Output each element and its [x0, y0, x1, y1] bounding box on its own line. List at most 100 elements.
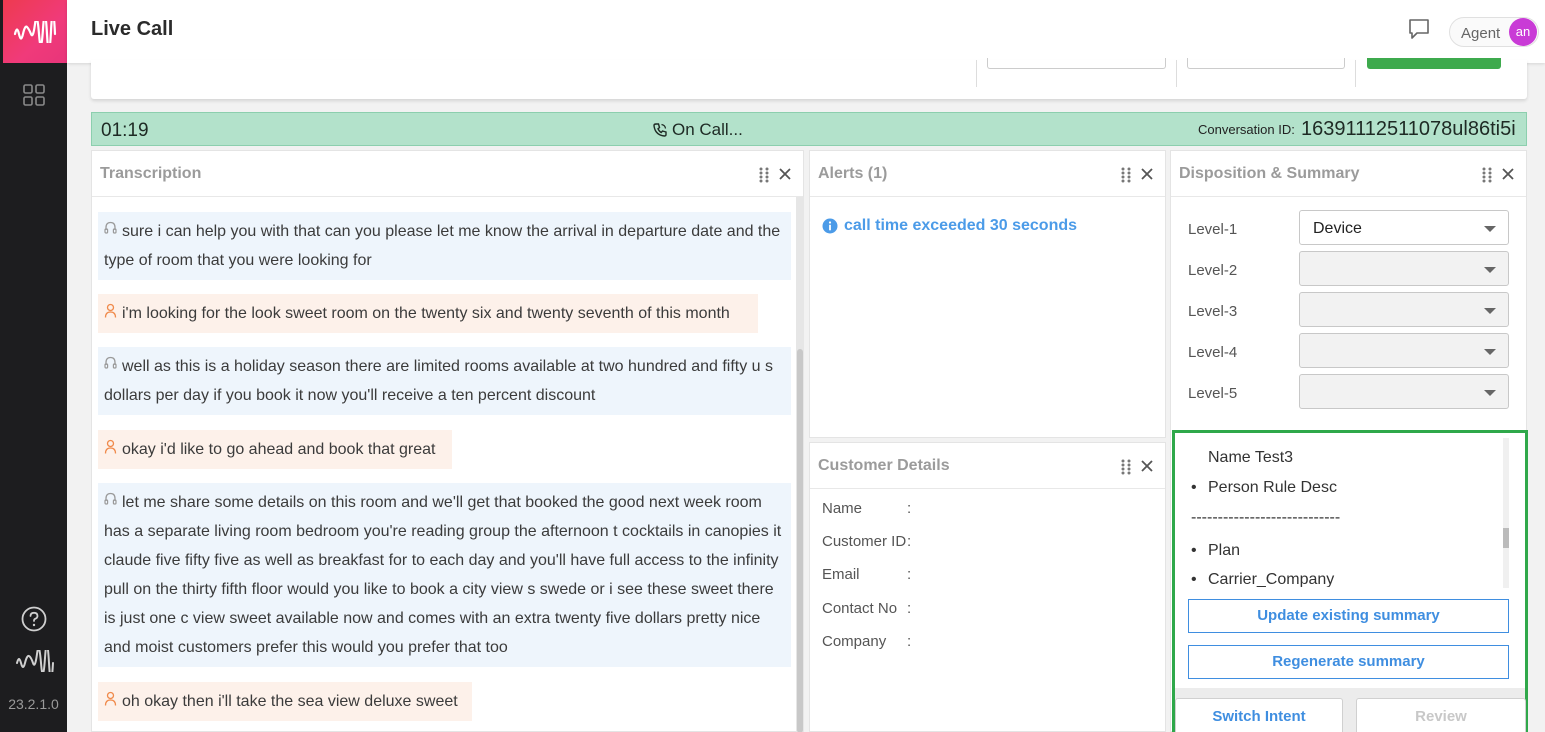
panel-header: Disposition & Summary — [1171, 151, 1526, 197]
conversation-id-label: Conversation ID: — [1198, 122, 1295, 137]
level-1-select[interactable]: Device — [1299, 210, 1509, 245]
summary-bullet: • — [1191, 479, 1197, 496]
summary-line: Name Test3 — [1208, 449, 1294, 466]
transcription-panel: Transcription sure i can help you with t… — [91, 150, 804, 732]
summary-line: Person Rule Desc — [1208, 479, 1337, 496]
call-status-bar: 01:19 On Call... Conversation ID: 163911… — [91, 112, 1527, 146]
transcript-message-agent: sure i can help you with that can you pl… — [98, 212, 791, 280]
conversation-id: 16391112511078ul86ti5i — [1301, 118, 1516, 140]
agent-menu[interactable]: Agent an — [1449, 17, 1539, 47]
alert-item: call time exceeded 30 seconds — [822, 217, 1077, 235]
message-text: okay i'd like to go ahead and book that … — [122, 441, 436, 458]
customer-field-id: Customer ID: — [822, 533, 912, 550]
field-label: Customer ID — [822, 533, 907, 550]
drag-handle-icon[interactable] — [1121, 459, 1131, 475]
scrollbar-thumb[interactable] — [797, 349, 803, 732]
control-field[interactable] — [1187, 58, 1345, 69]
control-field[interactable] — [987, 58, 1166, 69]
chevron-down-icon — [1484, 390, 1496, 396]
headset-icon — [104, 218, 117, 234]
transcript-message-customer: i'm looking for the look sweet room on t… — [98, 294, 758, 333]
headset-icon — [104, 353, 117, 369]
level-5-label: Level-5 — [1188, 385, 1238, 402]
call-timer: 01:19 — [101, 120, 149, 141]
summary-scrollbar-thumb[interactable] — [1503, 528, 1509, 548]
review-button[interactable]: Review — [1356, 698, 1526, 732]
chevron-down-icon — [1484, 349, 1496, 355]
update-summary-button[interactable]: Update existing summary — [1188, 599, 1509, 633]
level-4-label: Level-4 — [1188, 344, 1238, 361]
summary-line: Plan — [1208, 542, 1241, 559]
level-4-select[interactable] — [1299, 333, 1509, 368]
summary-content[interactable]: · Name Test3 • Person Rule Desc --------… — [1179, 437, 1504, 587]
customer-field-contact: Contact No: — [822, 600, 912, 617]
close-icon[interactable] — [777, 166, 793, 182]
alert-text: call time exceeded 30 seconds — [844, 217, 1078, 234]
panel-title: Transcription — [100, 165, 202, 182]
summary-line: Carrier_Company — [1208, 571, 1335, 587]
transcript-message-customer: okay i'd like to go ahead and book that … — [98, 430, 452, 469]
customer-details-panel: Customer Details Name: Customer ID: Emai… — [809, 442, 1166, 732]
field-label: Contact No — [822, 600, 898, 617]
summary-line: ---------------------------- — [1191, 509, 1341, 526]
chevron-down-icon — [1484, 308, 1496, 314]
level-1-value: Device — [1313, 220, 1362, 237]
transcript-message-customer: oh okay then i'll take the sea view delu… — [98, 682, 472, 721]
summary-bullet: • — [1191, 571, 1197, 587]
drag-handle-icon[interactable] — [1121, 167, 1131, 183]
waveform-logo-icon — [13, 20, 57, 43]
message-text: sure i can help you with that can you pl… — [104, 223, 781, 269]
transcript-message-agent: let me share some details on this room a… — [98, 483, 791, 667]
customer-field-name: Name: — [822, 500, 912, 517]
panel-header: Alerts (1) — [810, 151, 1165, 197]
divider — [1355, 60, 1356, 87]
divider — [1176, 60, 1177, 87]
phone-icon — [653, 123, 667, 137]
level-3-label: Level-3 — [1188, 303, 1238, 320]
panel-header: Customer Details — [810, 443, 1165, 489]
message-text: let me share some details on this room a… — [104, 494, 782, 656]
call-controls-panel — [91, 58, 1527, 99]
level-2-select[interactable] — [1299, 251, 1509, 286]
agent-label: Agent — [1461, 25, 1501, 42]
close-icon[interactable] — [1500, 166, 1516, 182]
app-version: 23.2.1.0 — [8, 696, 59, 712]
field-label: Email — [822, 566, 860, 583]
summary-scrollbar[interactable] — [1503, 438, 1509, 588]
footer-logo-icon — [15, 643, 55, 681]
switch-intent-button[interactable]: Switch Intent — [1175, 698, 1343, 732]
field-label: Company — [822, 633, 887, 650]
level-3-select[interactable] — [1299, 292, 1509, 327]
apps-grid-icon[interactable] — [22, 83, 46, 107]
drag-handle-icon[interactable] — [759, 167, 769, 183]
close-icon[interactable] — [1139, 166, 1155, 182]
level-1-label: Level-1 — [1188, 221, 1238, 238]
summary-section: · Name Test3 • Person Rule Desc --------… — [1172, 430, 1528, 732]
call-status: On Call... — [652, 120, 743, 140]
help-icon[interactable] — [21, 606, 47, 632]
customer-field-company: Company: — [822, 633, 912, 650]
regenerate-summary-button[interactable]: Regenerate summary — [1188, 645, 1509, 679]
avatar: an — [1509, 18, 1537, 46]
customer-field-email: Email: — [822, 566, 912, 583]
person-icon — [104, 688, 117, 706]
message-text: well as this is a holiday season there a… — [104, 358, 774, 404]
brand-logo[interactable] — [3, 0, 67, 63]
divider — [976, 60, 977, 87]
field-label: Name — [822, 500, 863, 517]
headset-icon — [104, 489, 117, 505]
top-bar: Live Call Agent an — [67, 0, 1545, 63]
panel-title: Disposition & Summary — [1179, 165, 1360, 182]
close-icon[interactable] — [1139, 458, 1155, 474]
person-icon — [104, 436, 117, 454]
transcript-message-agent: well as this is a holiday season there a… — [98, 347, 791, 415]
chat-icon[interactable] — [1408, 18, 1430, 40]
person-icon — [104, 300, 117, 318]
message-text: oh okay then i'll take the sea view delu… — [122, 693, 458, 710]
level-5-select[interactable] — [1299, 374, 1509, 409]
primary-action-button[interactable] — [1367, 58, 1501, 69]
page-title: Live Call — [91, 18, 174, 40]
level-2-label: Level-2 — [1188, 262, 1238, 279]
drag-handle-icon[interactable] — [1482, 167, 1492, 183]
chevron-down-icon — [1484, 226, 1496, 232]
